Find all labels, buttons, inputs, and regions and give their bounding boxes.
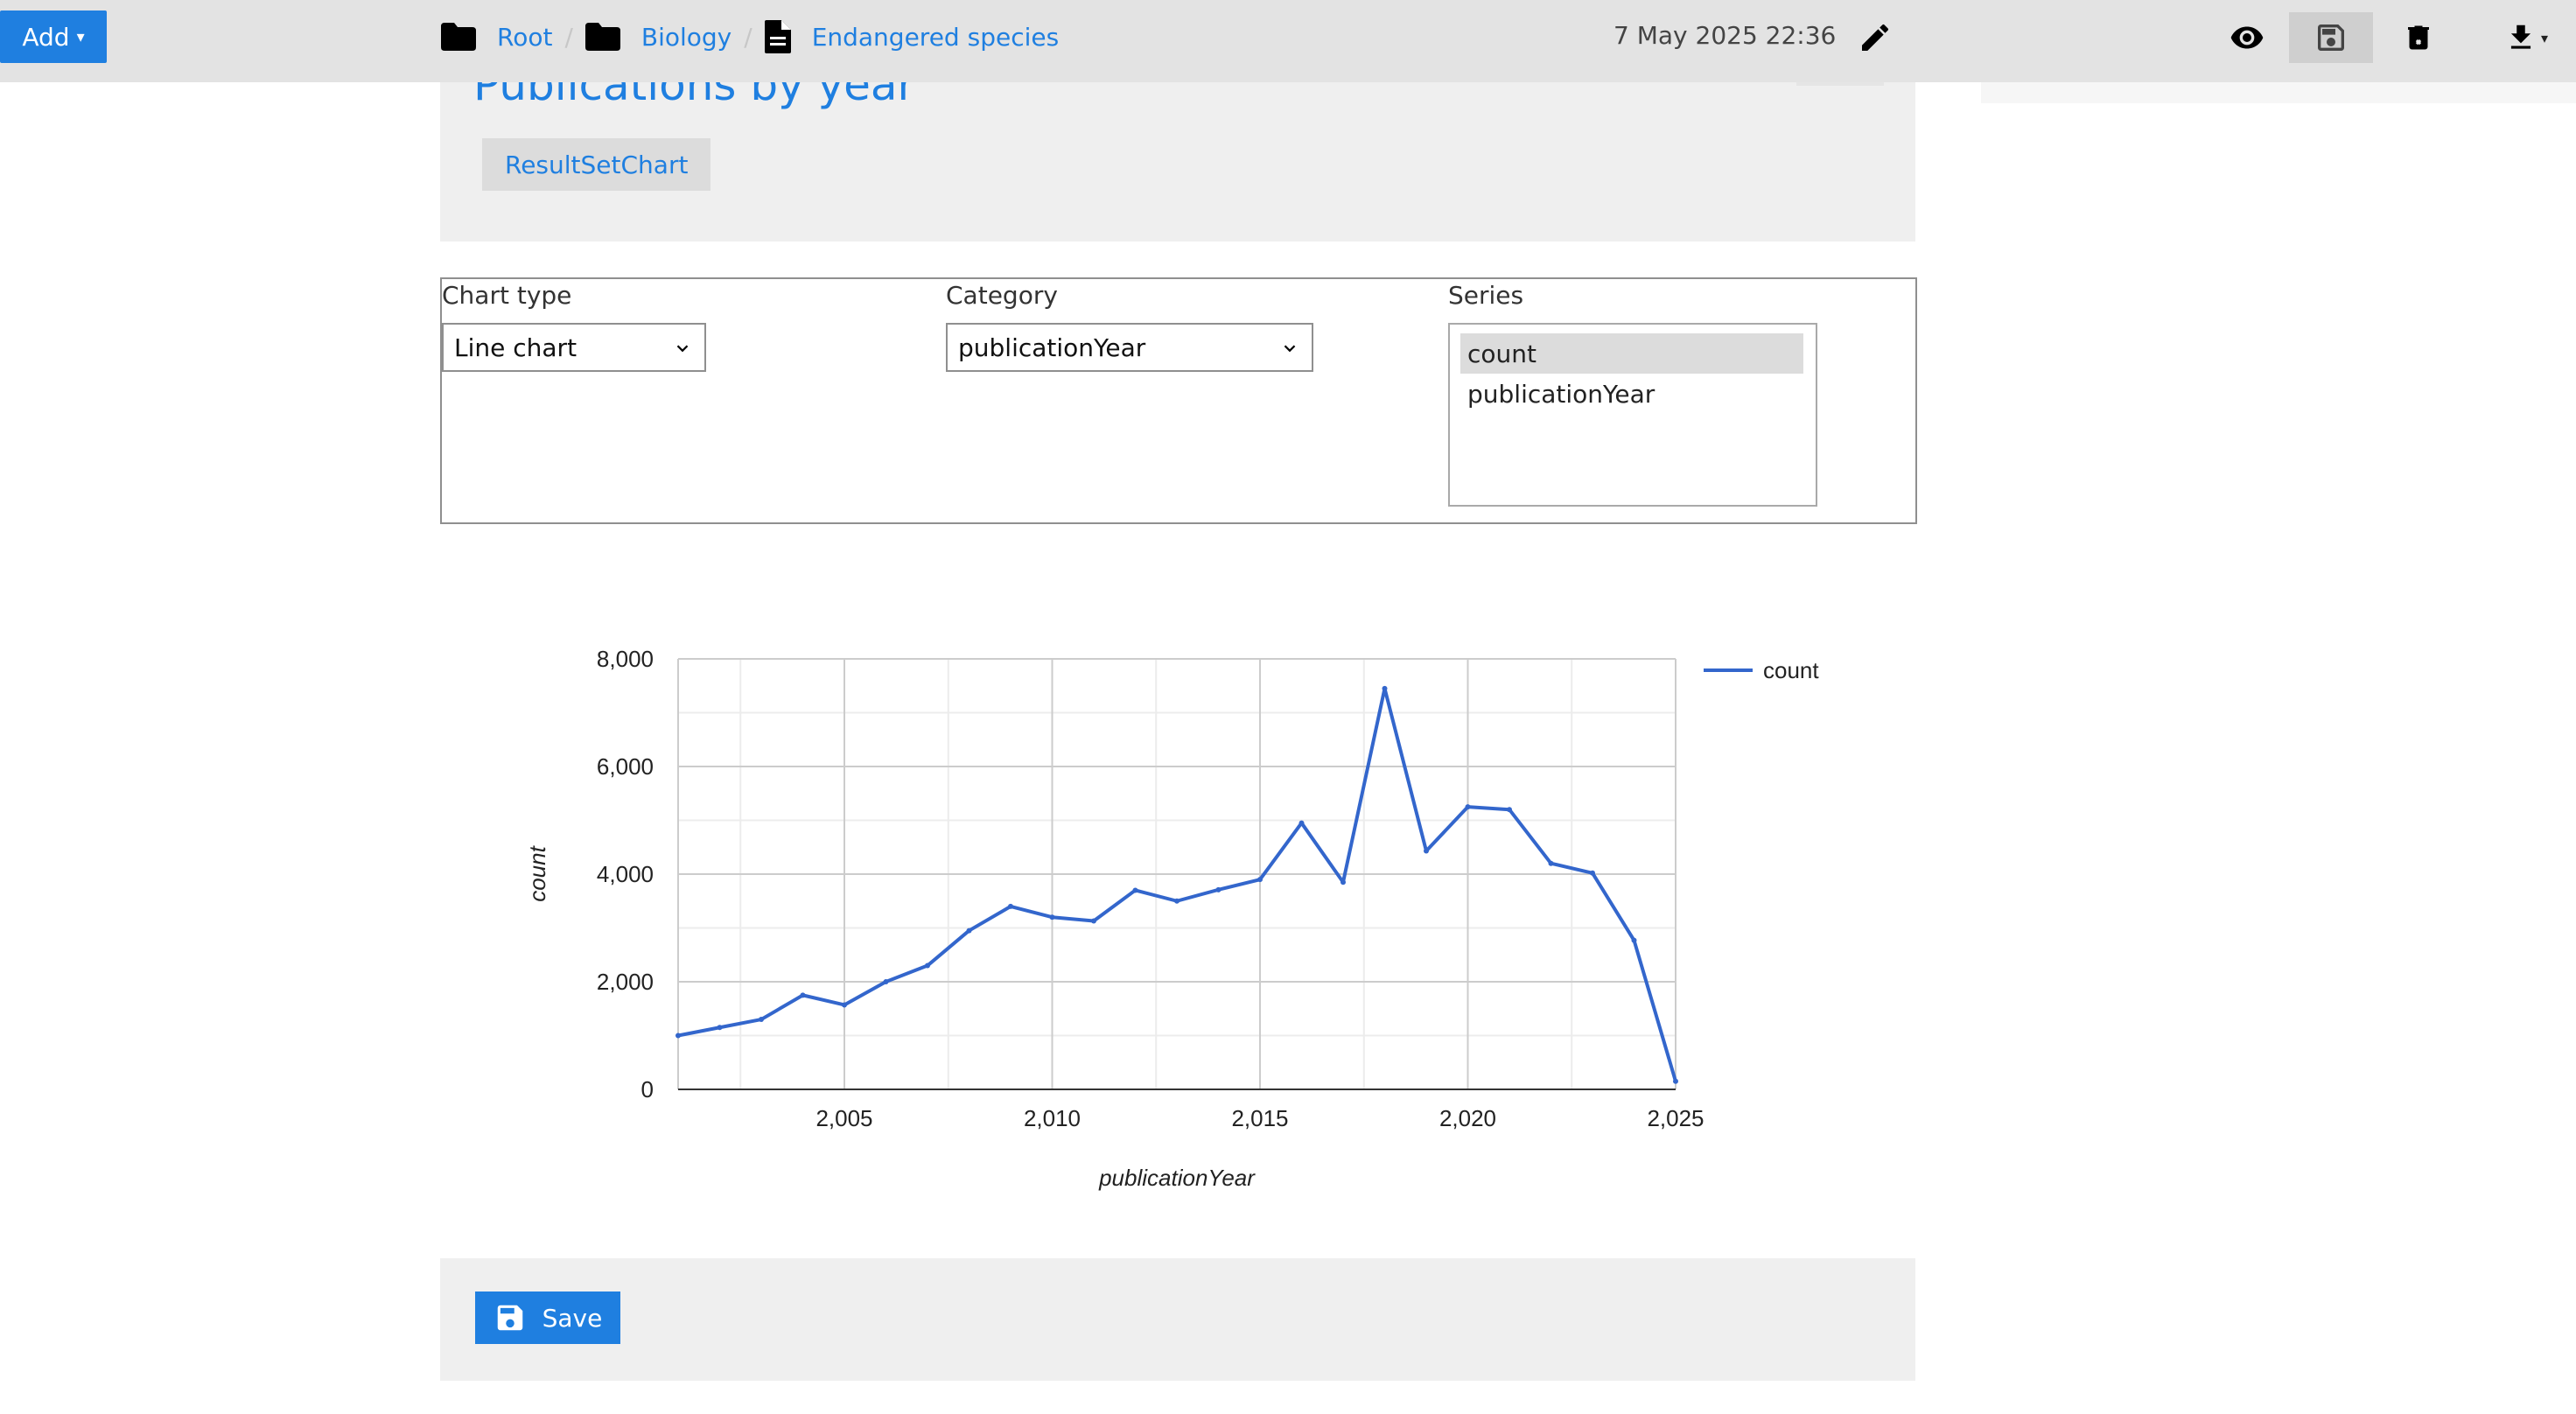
- caret-down-icon: ▾: [2540, 29, 2549, 46]
- x-tick-label: 2,015: [1231, 1105, 1288, 1131]
- data-point: [1465, 804, 1471, 810]
- edit-icon: [1862, 24, 1889, 51]
- data-point: [966, 928, 972, 934]
- chevron-down-icon: [676, 345, 689, 353]
- data-point: [1008, 903, 1013, 909]
- data-point: [925, 962, 930, 969]
- breadcrumb-endangered-species[interactable]: Endangered species: [764, 20, 1060, 53]
- x-axis-title: publicationYear: [1098, 1165, 1256, 1191]
- folder-icon: [584, 23, 620, 51]
- x-tick-label: 2,005: [816, 1105, 872, 1131]
- save-toolbar-button[interactable]: [2289, 12, 2373, 63]
- breadcrumb-root[interactable]: Root: [441, 23, 552, 52]
- data-point: [800, 992, 806, 998]
- data-point: [1548, 860, 1554, 866]
- series-option-count[interactable]: count: [1460, 333, 1803, 374]
- breadcrumb-label: Root: [497, 22, 553, 52]
- side-panel-edge: [1981, 82, 2576, 103]
- data-point: [1091, 918, 1096, 924]
- data-point: [1298, 820, 1305, 826]
- download-button[interactable]: ▾: [2496, 12, 2557, 63]
- data-point: [1215, 886, 1222, 892]
- category-select[interactable]: publicationYear: [946, 323, 1313, 372]
- save-icon: [497, 1305, 522, 1331]
- edit-button[interactable]: [1853, 12, 1897, 63]
- delete-icon: [2408, 25, 2429, 50]
- data-point: [1340, 879, 1346, 886]
- data-point: [676, 1032, 681, 1039]
- series-listbox[interactable]: count publicationYear: [1448, 323, 1817, 507]
- folder-icon: [441, 23, 476, 51]
- data-point: [1049, 914, 1055, 920]
- data-point: [759, 1017, 764, 1023]
- x-tick-label: 2,025: [1647, 1105, 1704, 1131]
- line-chart: 0 2,000 4,000 6,000 8,000 2,005 2,010 2,015 2,02…: [524, 646, 1819, 1191]
- caret-down-icon: ▾: [76, 27, 85, 46]
- breadcrumb-biology[interactable]: Biology: [584, 22, 732, 52]
- footer-panel: Save: [440, 1258, 1915, 1381]
- data-point: [1257, 877, 1263, 883]
- x-tick-label: 2,010: [1024, 1105, 1081, 1131]
- download-icon: [2510, 24, 2531, 49]
- data-point: [842, 1002, 847, 1008]
- chevron-down-icon: [1284, 345, 1296, 353]
- chart-controls: Chart type Line chart Category publicati…: [440, 277, 1917, 524]
- save-icon: [2318, 24, 2344, 51]
- data-point: [717, 1025, 723, 1031]
- modified-timestamp: 7 May 2025 22:36: [1614, 21, 1837, 50]
- y-tick-label: 6,000: [597, 753, 654, 780]
- data-point: [1382, 685, 1388, 691]
- add-button-label: Add: [22, 22, 70, 52]
- type-tag[interactable]: ResultSetChart: [482, 138, 711, 191]
- data-point: [1174, 898, 1180, 904]
- data-point: [1673, 1078, 1678, 1084]
- series-label: Series: [1448, 281, 1524, 310]
- breadcrumb-separator: /: [744, 22, 752, 52]
- header-panel: Publications by year ResultSetChart: [440, 60, 1915, 242]
- y-axis-title: count: [524, 844, 550, 901]
- breadcrumb: Root / Biology / Endangered species: [441, 16, 1059, 58]
- series-option-publicationyear[interactable]: publicationYear: [1460, 374, 1803, 414]
- chart-type-value: Line chart: [454, 332, 578, 362]
- breadcrumb-separator: /: [564, 22, 573, 52]
- y-tick-label: 0: [641, 1076, 654, 1102]
- data-point: [1590, 870, 1595, 876]
- category-value: publicationYear: [958, 332, 1146, 362]
- data-point: [883, 979, 889, 984]
- chart-type-select[interactable]: Line chart: [442, 323, 706, 372]
- y-tick-label: 8,000: [597, 646, 654, 672]
- document-icon: [764, 20, 791, 53]
- y-tick-label: 4,000: [597, 861, 654, 887]
- data-point: [1507, 807, 1512, 813]
- data-point: [1631, 937, 1637, 943]
- view-button[interactable]: [2222, 12, 2272, 63]
- series-line-count: [677, 686, 1677, 1082]
- add-button[interactable]: Add ▾: [0, 10, 107, 63]
- save-button[interactable]: Save: [475, 1292, 620, 1344]
- x-tick-label: 2,020: [1439, 1105, 1496, 1131]
- breadcrumb-label: Endangered species: [811, 22, 1060, 52]
- save-button-label: Save: [542, 1303, 603, 1333]
- chart-type-label: Chart type: [442, 281, 572, 310]
- breadcrumb-label: Biology: [640, 22, 732, 52]
- data-point: [1424, 848, 1429, 854]
- delete-button[interactable]: [2399, 12, 2438, 63]
- view-icon: [2230, 26, 2264, 49]
- top-toolbar: Add ▾ Root / Biology / Endangered specie…: [0, 0, 2576, 82]
- y-tick-label: 2,000: [597, 969, 654, 995]
- legend-label: count: [1763, 657, 1819, 683]
- category-label: Category: [946, 281, 1058, 310]
- data-point: [1132, 887, 1138, 893]
